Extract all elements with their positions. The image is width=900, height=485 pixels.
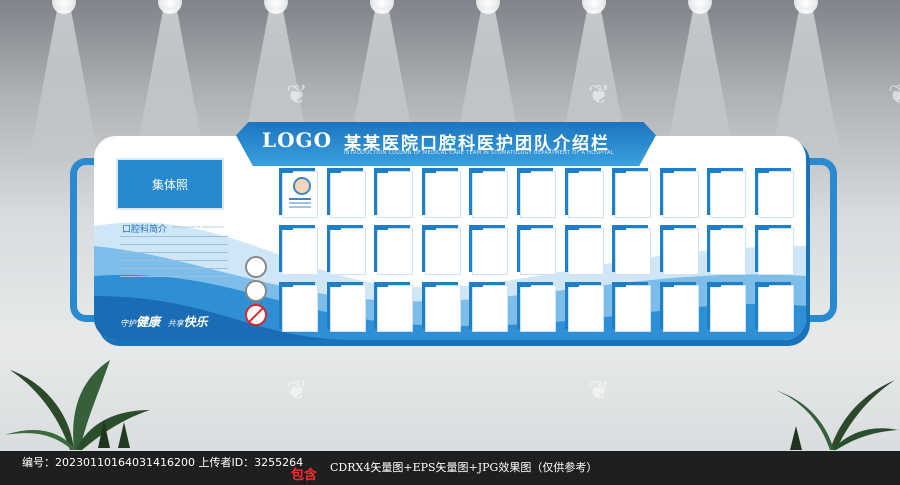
staff-card [707,168,747,218]
staff-info-lines [289,198,311,200]
footer-format-text: CDRX4矢量图+EPS矢量图+JPG效果图（仅供参考） [330,461,598,474]
staff-card [755,282,794,332]
staff-card [469,225,509,275]
staff-card [612,282,652,332]
staff-card [279,282,318,332]
footer-id-text: 编号：20230110164031416200 上传者ID：3255264 [22,456,304,469]
group-photo-label: 集体照 [151,178,188,192]
right-plant [775,380,898,450]
watermark-icon: ❦ [588,376,610,406]
staff-card [755,168,794,218]
hygiene-sign-icon [245,256,267,278]
watermark-icon: ❦ [588,80,610,110]
watermark-icon: ❦ [286,376,308,406]
board-right-tube [806,158,837,322]
board-subtitle: INTRODUCTION COLUMN OF MEDICAL CARE TEAM… [344,150,614,156]
intro-title: 口腔科简介 [122,225,168,235]
staff-card [707,282,747,332]
left-plant [5,360,150,450]
staff-card [374,168,414,218]
staff-card [326,168,366,218]
staff-card [612,168,652,218]
intro-line [120,252,228,253]
staff-card [326,282,366,332]
staff-card [421,168,461,218]
intro-line [120,244,228,245]
watermark-icon: ❦ [888,80,900,110]
logo: LOGO [262,128,332,152]
intro-line [120,236,228,237]
intro-line [120,276,228,277]
staff-avatar-icon [293,177,311,195]
staff-card [564,168,604,218]
intro-line [120,260,228,261]
staff-card [612,225,652,275]
intro-line [120,268,228,269]
staff-card [421,282,461,332]
staff-card [421,225,461,275]
staff-card [659,225,699,275]
staff-card [374,282,414,332]
staff-card-sample [279,168,318,218]
staff-card [374,225,414,275]
staff-card [517,168,556,218]
slogan: 守护健康 共享快乐 [120,315,208,329]
footer-badge: 包含 [290,468,317,483]
staff-card [564,225,604,275]
footer-bar: 编号：20230110164031416200 上传者ID：3255264 CD… [0,451,900,485]
staff-card [326,225,366,275]
staff-card [755,225,794,275]
staff-card [659,282,699,332]
staff-card [517,282,556,332]
watermark-icon: ❦ [286,80,308,110]
staff-card [659,168,699,218]
staff-card [469,282,509,332]
intro-subtitle: INTRODUCTION OF STOMATOLOGY [172,225,224,229]
group-photo-frame: 集体照 [118,160,222,208]
staff-card [469,168,509,218]
staff-card [517,225,556,275]
waste-bin-sign-icon [245,280,267,302]
staff-card [279,225,318,275]
no-smoking-sign-icon [245,304,267,326]
staff-card [564,282,604,332]
staff-card [707,225,747,275]
